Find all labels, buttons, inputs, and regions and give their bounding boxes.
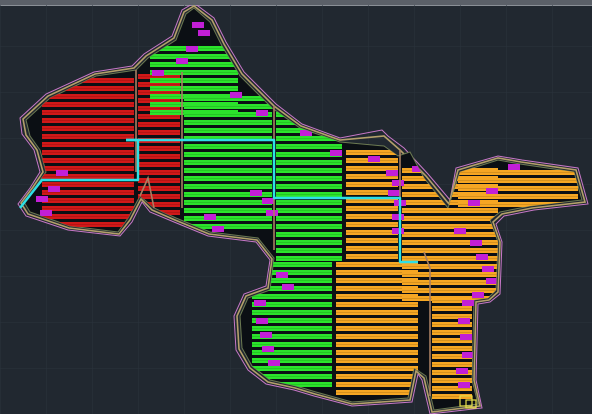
combiner-box-32[interactable] (262, 346, 274, 352)
combiner-box-18[interactable] (470, 240, 482, 246)
combiner-box-15[interactable] (392, 214, 404, 220)
combiner-box-8[interactable] (330, 150, 342, 156)
combiner-box-45[interactable] (48, 186, 60, 192)
combiner-box-5[interactable] (230, 92, 242, 98)
combiner-box-40[interactable] (508, 164, 520, 170)
combiner-box-16[interactable] (392, 228, 404, 234)
combiner-box-28[interactable] (282, 284, 294, 290)
combiner-box-0[interactable] (192, 22, 204, 28)
combiner-box-41[interactable] (486, 188, 498, 194)
combiner-box-4[interactable] (152, 70, 164, 76)
combiner-box-19[interactable] (476, 254, 488, 260)
combiner-box-24[interactable] (250, 190, 262, 196)
combiner-box-47[interactable] (204, 214, 216, 220)
combiner-box-43[interactable] (36, 196, 48, 202)
combiner-box-35[interactable] (458, 318, 470, 324)
combiner-box-38[interactable] (456, 368, 468, 374)
combiner-box-39[interactable] (458, 382, 470, 388)
combiner-box-13[interactable] (388, 190, 400, 196)
combiner-box-26[interactable] (266, 210, 278, 216)
combiner-box-48[interactable] (212, 226, 224, 232)
combiner-box-33[interactable] (268, 360, 280, 366)
combiner-box-11[interactable] (386, 170, 398, 176)
combiner-box-46[interactable] (56, 170, 68, 176)
combiner-box-2[interactable] (186, 46, 198, 52)
combiner-box-25[interactable] (262, 198, 274, 204)
combiner-box-12[interactable] (392, 180, 404, 186)
combiner-box-31[interactable] (260, 332, 272, 338)
combiner-box-29[interactable] (254, 300, 266, 306)
combiner-box-17[interactable] (454, 228, 466, 234)
combiner-box-34[interactable] (462, 300, 474, 306)
combiner-box-30[interactable] (256, 318, 268, 324)
combiner-box-1[interactable] (198, 30, 210, 36)
combiner-box-22[interactable] (472, 292, 484, 298)
combiner-box-3[interactable] (176, 58, 188, 64)
combiner-box-21[interactable] (486, 278, 498, 284)
cad-drawing-canvas[interactable] (0, 5, 592, 414)
combiner-box-6[interactable] (256, 110, 268, 116)
combiner-box-9[interactable] (368, 156, 380, 162)
combiner-box-20[interactable] (482, 266, 494, 272)
combiner-box-27[interactable] (276, 272, 288, 278)
combiner-box-42[interactable] (468, 200, 480, 206)
combiner-box-44[interactable] (40, 210, 52, 216)
combiner-box-36[interactable] (460, 334, 472, 340)
combiner-box-37[interactable] (462, 352, 474, 358)
